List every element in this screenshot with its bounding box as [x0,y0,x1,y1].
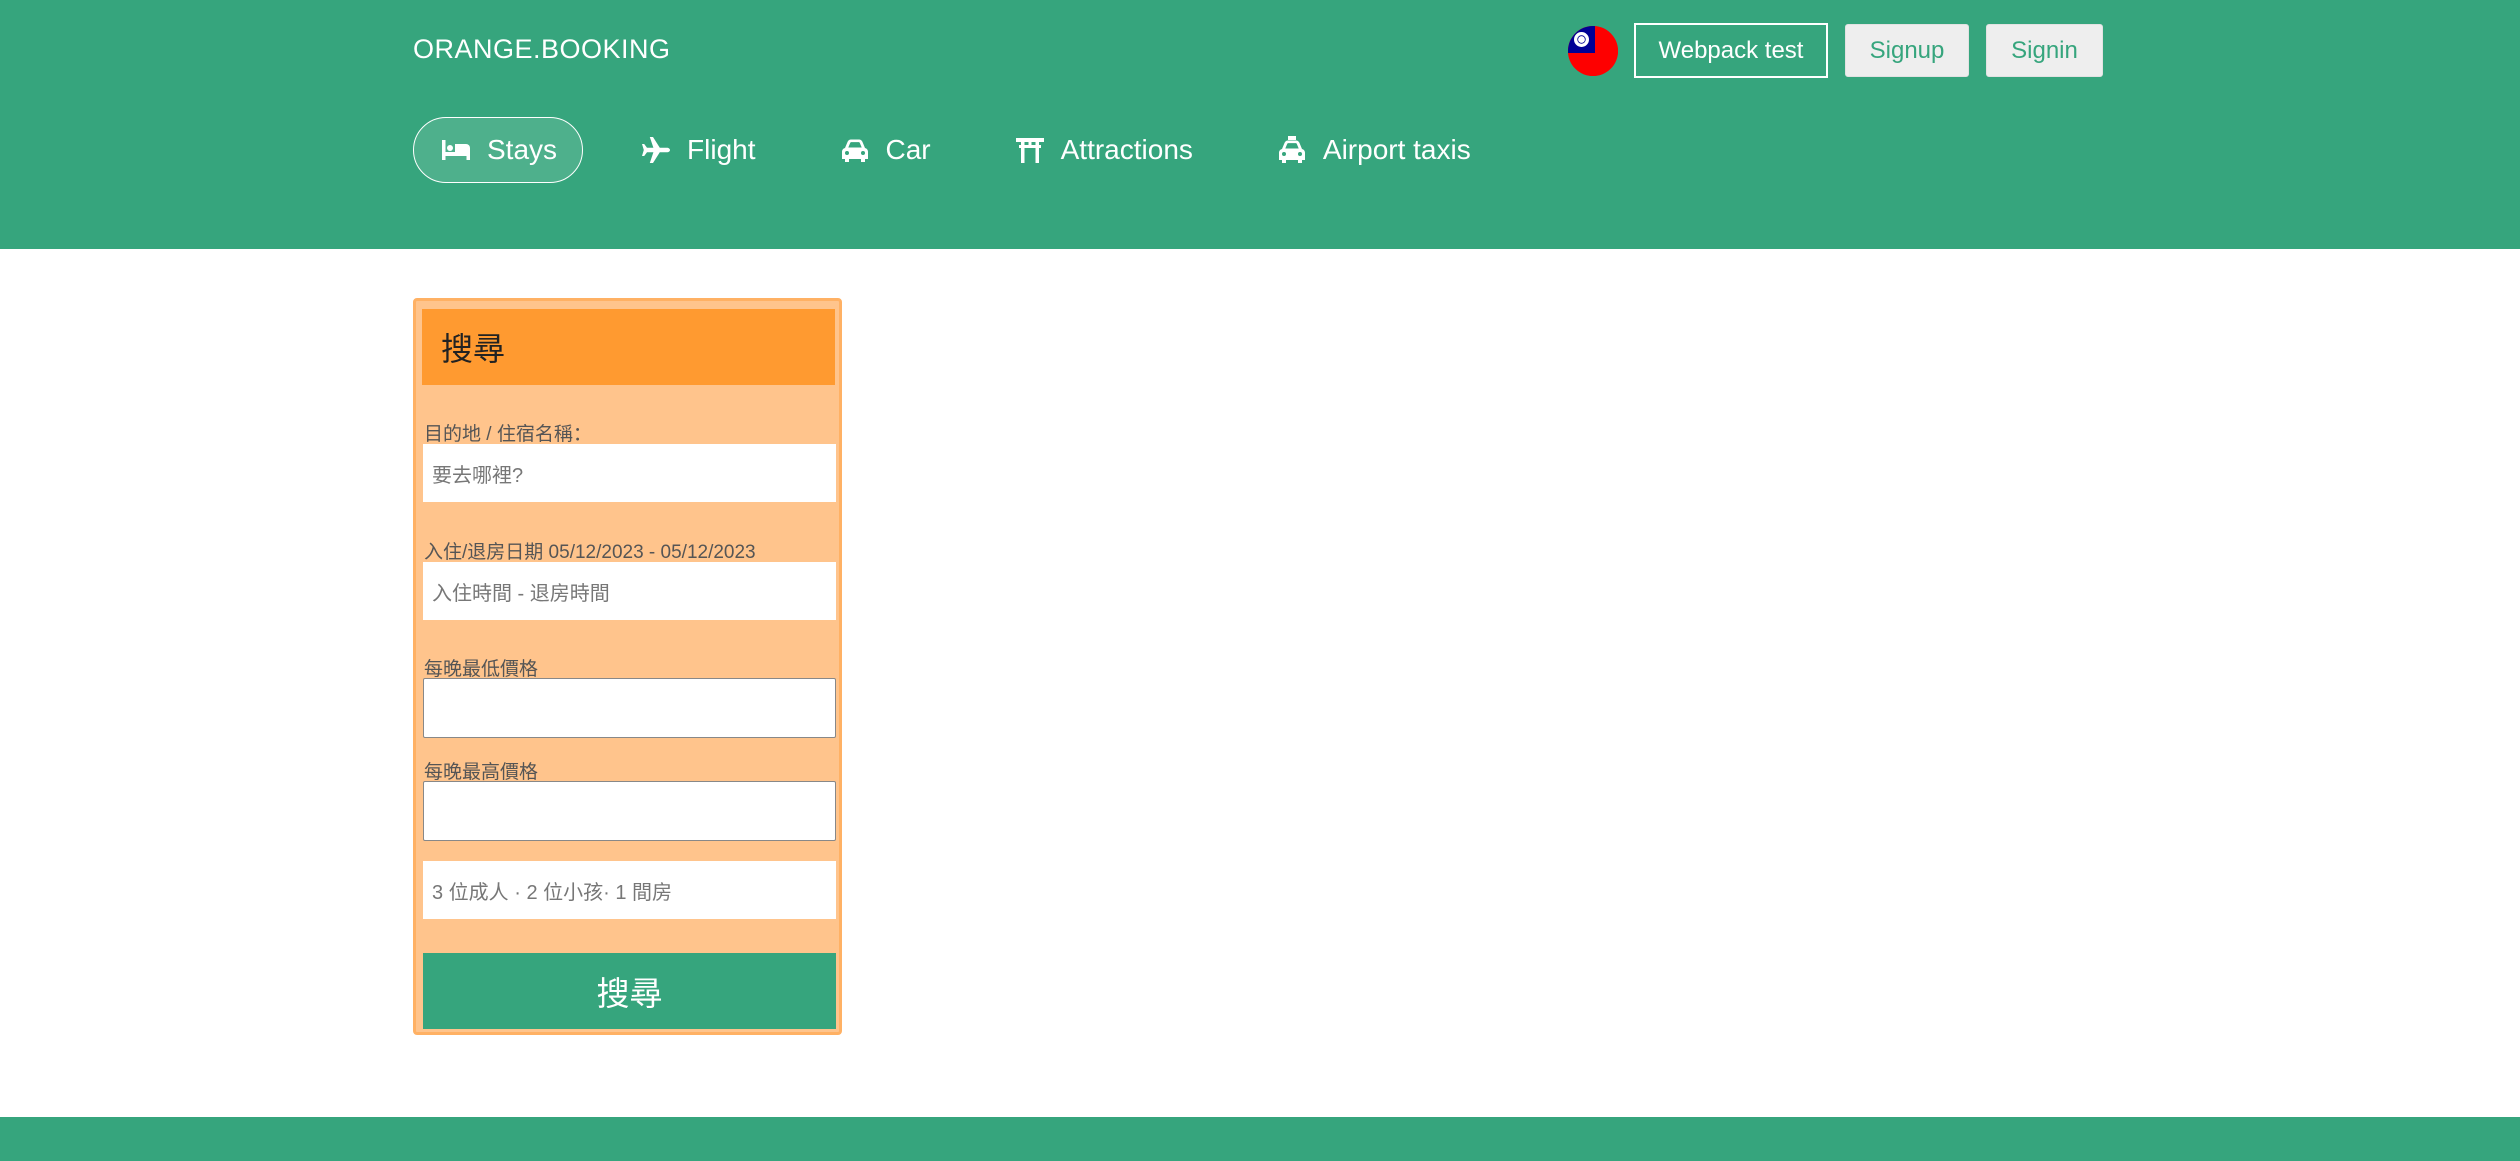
nav-item-attractions[interactable]: Attractions [987,117,1219,183]
nav-item-airport-taxis[interactable]: Airport taxis [1249,117,1497,183]
category-nav: Stays Flight Car Attractions Airport tax… [413,117,1527,183]
top-header: ORANGE.BOOKING Webpack test Signup Signi… [0,0,2520,249]
torii-gate-icon [1013,133,1047,167]
taiwan-flag-icon[interactable] [1568,26,1618,76]
date-range-input[interactable]: 入住時間 - 退房時間 [423,562,836,620]
max-price-input[interactable] [423,781,836,841]
signup-button[interactable]: Signup [1845,24,1969,77]
bed-icon [439,133,473,167]
page-footer [0,1117,2520,1161]
destination-label: 目的地 / 住宿名稱： [424,424,592,445]
dates-label: 入住/退房日期 05/12/2023 - 05/12/2023 [424,542,756,563]
signin-button[interactable]: Signin [1986,24,2103,77]
nav-item-label: Attractions [1060,134,1193,165]
nav-item-car[interactable]: Car [812,117,957,183]
search-button[interactable]: 搜尋 [423,953,836,1029]
min-price-input[interactable] [423,678,836,738]
webpack-test-button[interactable]: Webpack test [1634,23,1828,78]
nav-item-label: Airport taxis [1322,134,1471,165]
guests-selector[interactable]: 3 位成人 · 2 位小孩· 1 間房 [423,861,836,919]
plane-icon [639,133,673,167]
search-panel-title: 搜尋 [422,309,835,385]
search-panel: 搜尋 目的地 / 住宿名稱： 要去哪裡? 入住/退房日期 05/12/2023 … [413,298,842,1035]
destination-input[interactable]: 要去哪裡? [423,444,836,502]
car-icon [838,133,872,167]
nav-item-label: Car [885,134,931,165]
min-price-label: 每晚最低價格 [424,659,539,680]
taxi-icon [1275,133,1309,167]
site-logo[interactable]: ORANGE.BOOKING [413,34,671,65]
nav-item-label: Flight [687,134,756,165]
max-price-label: 每晚最高價格 [424,762,539,783]
nav-item-flight[interactable]: Flight [613,117,781,183]
nav-item-label: Stays [487,134,558,165]
nav-item-stays[interactable]: Stays [413,117,584,183]
